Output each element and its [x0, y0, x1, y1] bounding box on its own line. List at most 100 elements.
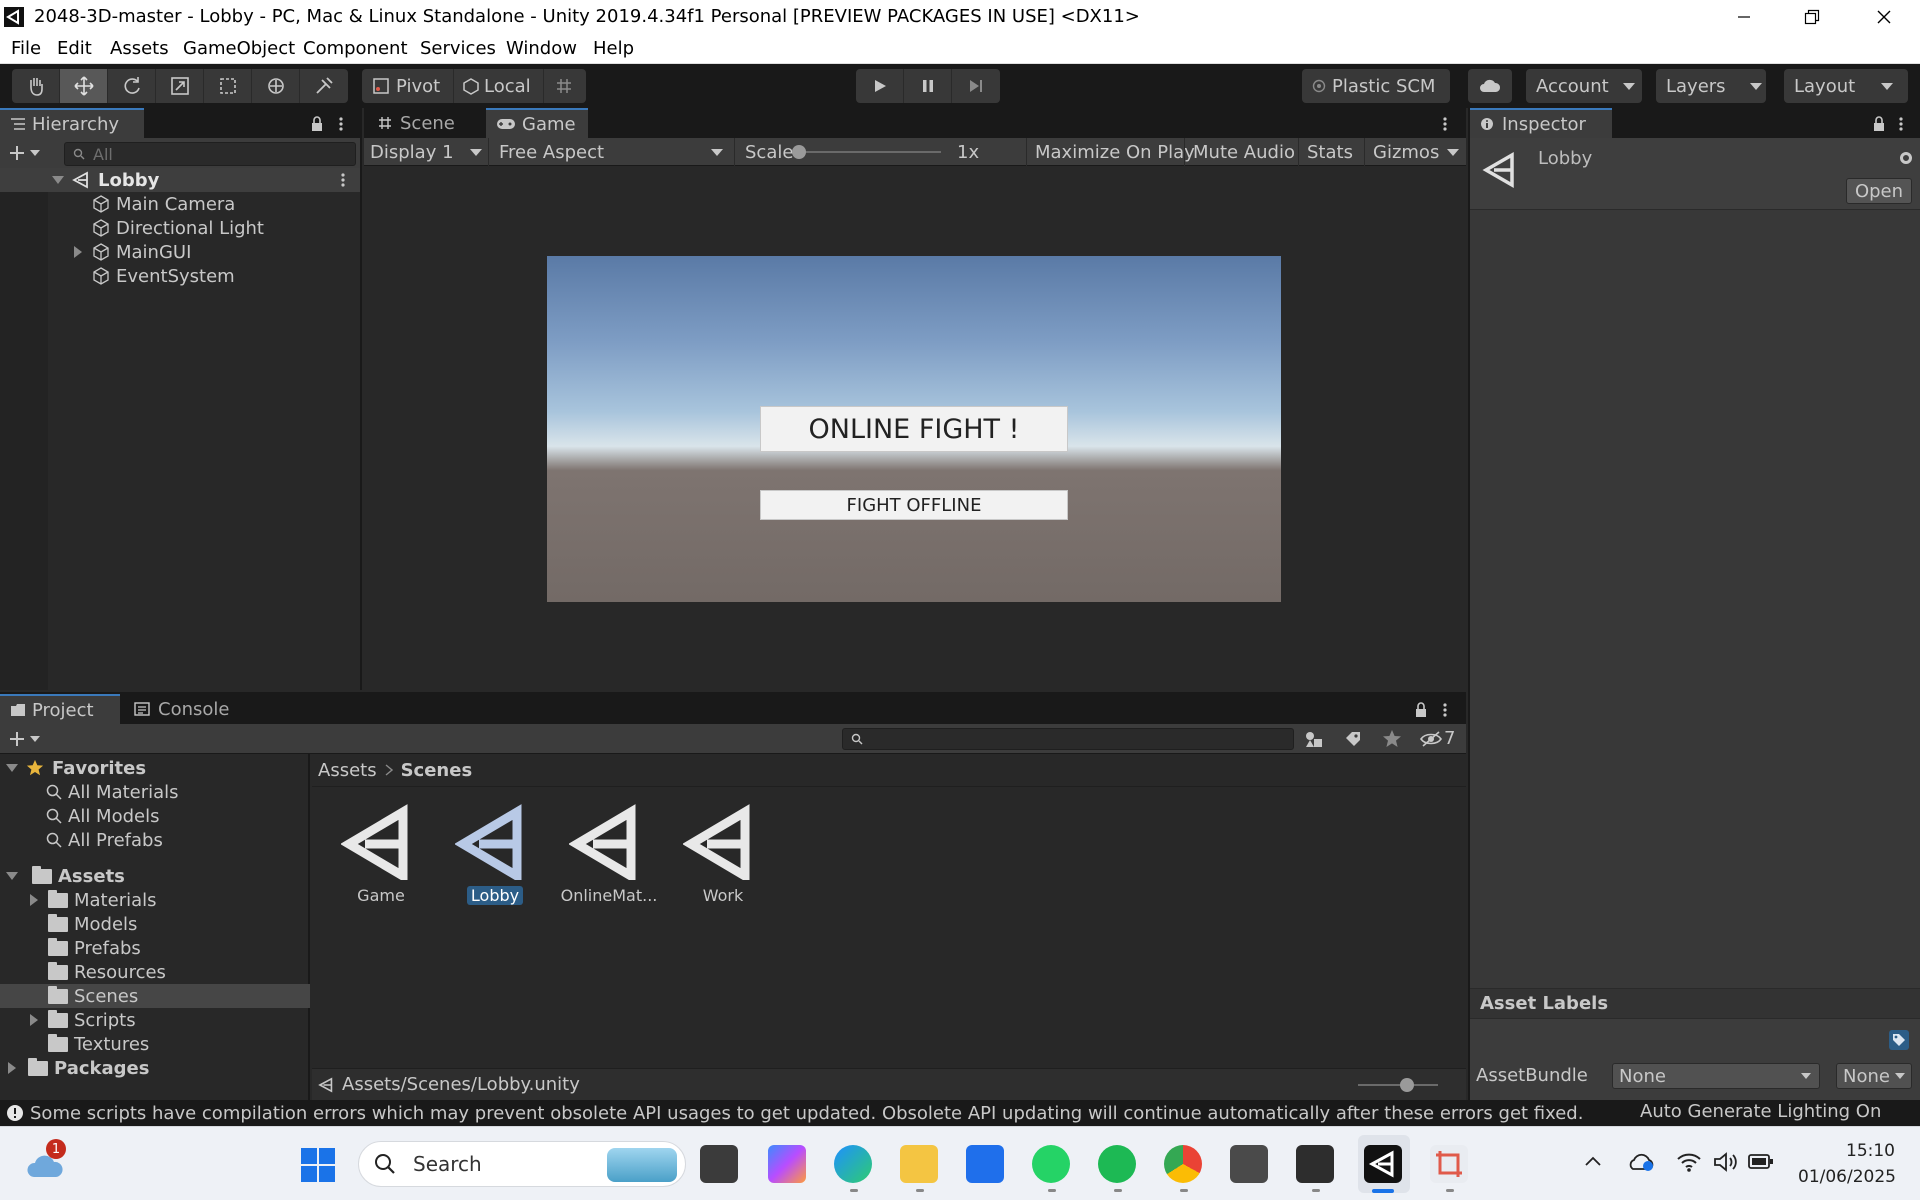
taskbar-search[interactable]: Search [358, 1141, 686, 1187]
pause-button-icon[interactable] [904, 69, 952, 103]
breadcrumb-scenes[interactable]: Scenes [401, 760, 473, 781]
favorite-item[interactable]: All Materials [0, 780, 310, 804]
onedrive-icon[interactable] [1628, 1151, 1656, 1173]
file-explorer-icon[interactable] [900, 1145, 938, 1183]
search-by-type-icon[interactable] [1304, 730, 1324, 748]
expand-arrow-icon[interactable] [30, 894, 38, 906]
kebab-menu-icon[interactable] [1442, 116, 1448, 132]
step-button-icon[interactable] [952, 69, 1000, 103]
battery-icon[interactable] [1748, 1153, 1774, 1171]
label-tag-icon[interactable] [1888, 1029, 1910, 1051]
status-message[interactable]: Some scripts have compilation errors whi… [30, 1103, 1583, 1124]
hierarchy-item[interactable]: Directional Light [0, 216, 360, 240]
clock-date[interactable]: 01/06/2025 [1798, 1167, 1896, 1187]
menu-edit[interactable]: Edit [57, 38, 92, 59]
tab-scene[interactable]: Scene [368, 108, 486, 138]
folder-row[interactable]: Materials [0, 888, 310, 912]
game-canvas[interactable]: ONLINE FIGHT ! FIGHT OFFLINE [547, 256, 1281, 602]
project-search-input[interactable] [842, 728, 1294, 750]
tab-hierarchy[interactable]: Hierarchy [0, 108, 144, 138]
chrome-icon[interactable] [1164, 1145, 1202, 1183]
task-view-icon[interactable] [700, 1145, 738, 1183]
folder-row[interactable]: Resources [0, 960, 310, 984]
maximize-on-play-toggle[interactable]: Maximize On Play [1026, 138, 1203, 166]
favorite-item[interactable]: All Models [0, 804, 310, 828]
scale-tool-icon[interactable] [156, 69, 204, 103]
scene-asset[interactable]: OnlineMat... [554, 800, 664, 920]
create-dropdown[interactable] [8, 730, 40, 748]
display-dropdown[interactable]: Display 1 [370, 138, 486, 166]
aspect-dropdown[interactable]: Free Aspect [488, 138, 732, 166]
start-button[interactable] [300, 1147, 336, 1183]
assets-root-row[interactable]: Assets [0, 864, 310, 888]
kebab-menu-icon[interactable] [338, 116, 344, 132]
folder-row[interactable]: Models [0, 912, 310, 936]
hierarchy-item[interactable]: MainGUI [0, 240, 360, 264]
whatsapp-icon[interactable] [1032, 1145, 1070, 1183]
plastic-scm-button[interactable]: Plastic SCM [1302, 69, 1450, 103]
menu-window[interactable]: Window [506, 38, 577, 59]
layers-dropdown[interactable]: Layers [1656, 69, 1766, 103]
edge-browser-icon[interactable] [834, 1145, 872, 1183]
kebab-menu-icon[interactable] [1898, 116, 1904, 132]
expand-arrow-icon[interactable] [8, 1062, 16, 1074]
icon-size-slider-track[interactable] [1358, 1084, 1438, 1086]
hierarchy-item[interactable]: Main Camera [0, 192, 360, 216]
menu-assets[interactable]: Assets [110, 38, 169, 59]
hierarchy-search-input[interactable]: All [64, 142, 356, 166]
grid-snap-icon[interactable] [544, 69, 584, 103]
spotify-icon[interactable] [1098, 1145, 1136, 1183]
icon-size-slider-thumb[interactable] [1400, 1078, 1414, 1092]
lock-icon[interactable] [1872, 116, 1886, 132]
expand-arrow-icon[interactable] [74, 246, 82, 258]
folder-row-selected[interactable]: Scenes [0, 984, 310, 1008]
wifi-icon[interactable] [1676, 1151, 1702, 1173]
stats-toggle[interactable]: Stats [1298, 138, 1361, 166]
tab-console[interactable]: Console [124, 694, 244, 724]
microsoft-store-icon[interactable] [966, 1145, 1004, 1183]
custom-tool-icon[interactable] [300, 69, 348, 103]
assetbundle-variant-dropdown[interactable]: None [1836, 1063, 1912, 1089]
folder-row[interactable]: Scripts [0, 1008, 310, 1032]
cloud-icon[interactable] [1468, 69, 1512, 103]
unity-hub-icon-2[interactable] [1296, 1145, 1334, 1183]
scene-asset-selected[interactable]: Lobby [440, 800, 550, 920]
lock-icon[interactable] [310, 116, 324, 132]
chevron-up-icon[interactable] [1584, 1155, 1602, 1167]
menu-file[interactable]: File [11, 38, 41, 59]
star-icon[interactable] [1382, 729, 1402, 749]
hand-tool-icon[interactable] [12, 69, 60, 103]
play-button-icon[interactable] [856, 69, 904, 103]
scale-slider-track[interactable] [799, 151, 941, 153]
tab-inspector[interactable]: Inspector [1470, 108, 1612, 138]
tab-game[interactable]: Game [486, 108, 588, 138]
close-button[interactable] [1856, 0, 1912, 34]
scene-row-lobby[interactable]: Lobby [0, 168, 360, 192]
volume-icon[interactable] [1712, 1151, 1738, 1173]
layout-dropdown[interactable]: Layout [1784, 69, 1908, 103]
breadcrumb-assets[interactable]: Assets [318, 760, 377, 781]
kebab-menu-icon[interactable] [340, 172, 346, 188]
menu-help[interactable]: Help [593, 38, 634, 59]
gear-icon[interactable] [1898, 150, 1914, 166]
packages-root-row[interactable]: Packages [0, 1056, 310, 1080]
minimize-button[interactable] [1716, 0, 1772, 34]
favorites-row[interactable]: Favorites [0, 756, 310, 780]
hierarchy-item[interactable]: EventSystem [0, 264, 360, 288]
rotate-tool-icon[interactable] [108, 69, 156, 103]
folder-row[interactable]: Textures [0, 1032, 310, 1056]
rect-tool-icon[interactable] [204, 69, 252, 103]
restore-button[interactable] [1784, 0, 1840, 34]
open-button[interactable]: Open [1846, 178, 1912, 204]
scene-asset[interactable]: Work [668, 800, 778, 920]
expand-arrow-icon[interactable] [30, 1014, 38, 1026]
menu-gameobject[interactable]: GameObject [183, 38, 295, 59]
weather-widget[interactable]: 1 [26, 1139, 66, 1185]
unity-editor-icon[interactable] [1364, 1145, 1402, 1183]
menu-component[interactable]: Component [303, 38, 408, 59]
create-dropdown[interactable] [8, 144, 40, 162]
pivot-button[interactable]: Pivot [362, 69, 454, 103]
tab-project[interactable]: Project [0, 694, 120, 724]
mute-audio-toggle[interactable]: Mute Audio [1184, 138, 1303, 166]
assetbundle-dropdown[interactable]: None [1612, 1063, 1820, 1089]
